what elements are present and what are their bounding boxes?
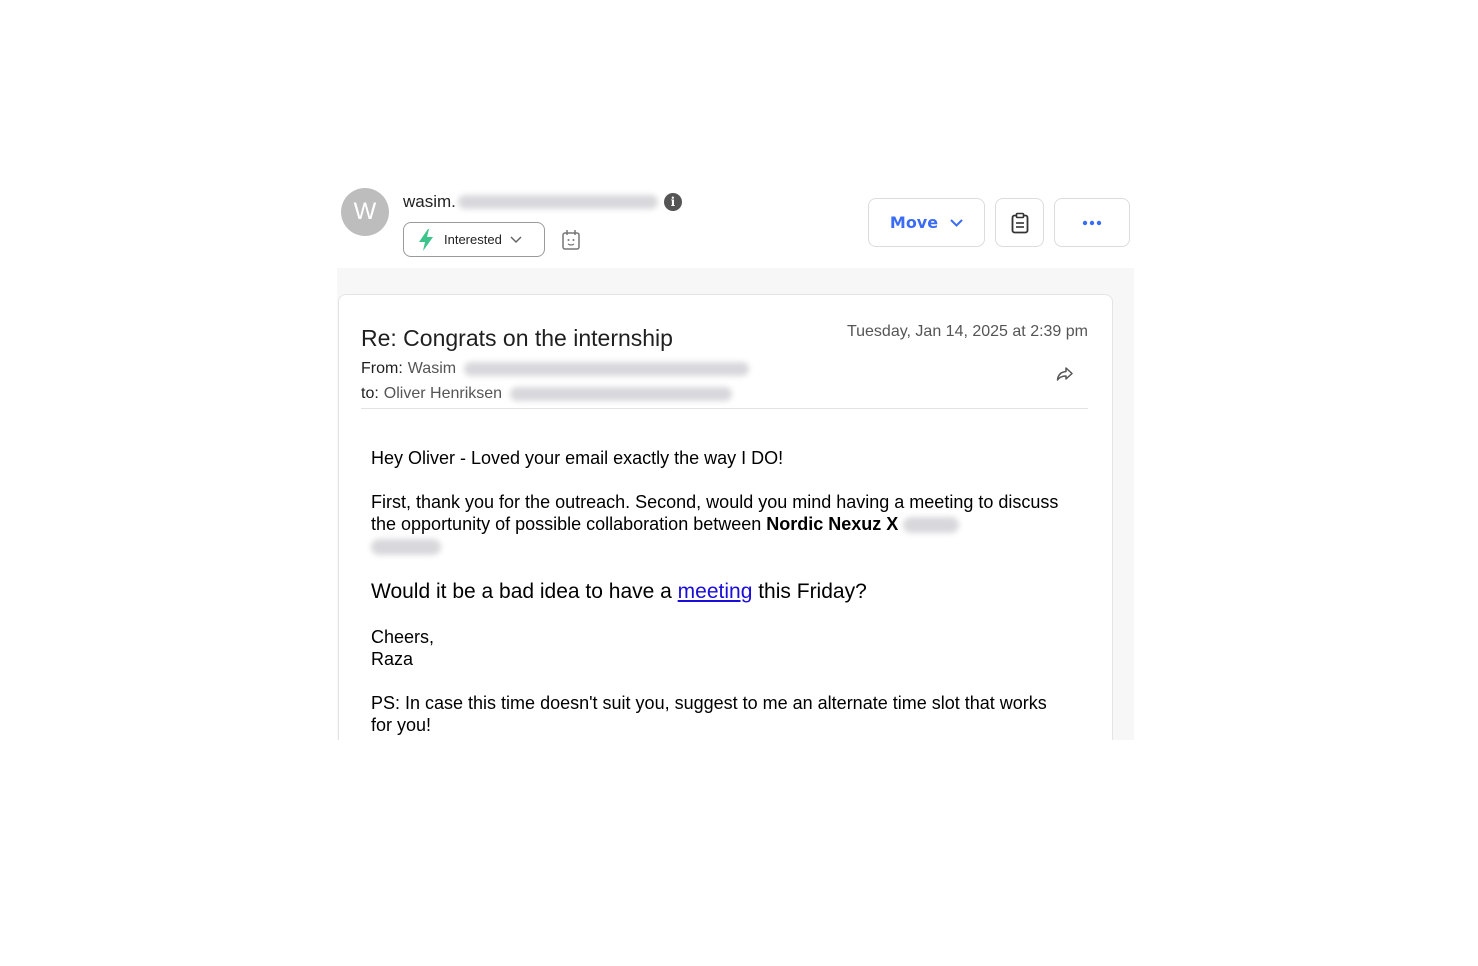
para3-before: Would it be a bad idea to have a (371, 580, 678, 603)
redacted-company (903, 517, 960, 534)
closing-text: Cheers, (371, 627, 435, 647)
email-header: W wasim. i Interested Move (341, 188, 1131, 258)
sender-line: wasim. i (403, 192, 682, 212)
calendar-icon[interactable] (561, 229, 581, 251)
header-divider (361, 408, 1088, 409)
redacted-email (457, 195, 658, 209)
chevron-down-icon (510, 235, 522, 243)
more-options-button[interactable] (1054, 198, 1130, 247)
status-dropdown[interactable]: Interested (403, 222, 545, 257)
to-label: to: (361, 385, 379, 402)
to-name: Oliver Henriksen (383, 385, 503, 402)
avatar: W (341, 188, 389, 236)
status-label: Interested (444, 232, 502, 247)
clipboard-icon (1011, 212, 1028, 233)
chevron-down-icon (950, 218, 963, 227)
move-button[interactable]: Move (868, 198, 985, 247)
from-line: From: Wasim (361, 360, 750, 378)
move-label: Move (889, 213, 939, 232)
email-date: Tuesday, Jan 14, 2025 at 2:39 pm (846, 323, 1088, 340)
meeting-link[interactable]: meeting (678, 580, 753, 603)
from-label: From: (361, 360, 403, 377)
company-name: Nordic Nexuz X (766, 514, 899, 534)
redacted-to-email (510, 387, 733, 401)
sender-name: wasim. (403, 192, 456, 211)
body-paragraph-2: First, thank you for the outreach. Secon… (371, 491, 1071, 557)
body-greeting: Hey Oliver - Loved your email exactly th… (371, 448, 784, 468)
redacted-company-2 (371, 539, 441, 556)
from-name: Wasim (407, 360, 457, 377)
body-closing: Cheers, Raza (371, 626, 1071, 670)
signature: Raza (371, 649, 414, 669)
avatar-letter: W (353, 198, 377, 225)
redacted-from-email (464, 362, 750, 376)
to-line: to: Oliver Henriksen (361, 385, 733, 403)
body-paragraph-3: Would it be a bad idea to have a meeting… (371, 580, 1071, 604)
forward-icon[interactable] (1056, 366, 1074, 382)
lightning-icon (419, 228, 433, 251)
email-card: Re: Congrats on the internship Tuesday, … (338, 294, 1113, 740)
notes-button[interactable] (995, 198, 1044, 247)
para3-after: this Friday? (752, 580, 867, 603)
email-subject: Re: Congrats on the internship (361, 325, 673, 351)
email-body: Hey Oliver - Loved your email exactly th… (371, 447, 1071, 736)
ellipsis-icon (1082, 220, 1102, 225)
body-ps: PS: In case this time doesn't suit you, … (371, 693, 1047, 735)
info-icon[interactable]: i (663, 193, 682, 211)
